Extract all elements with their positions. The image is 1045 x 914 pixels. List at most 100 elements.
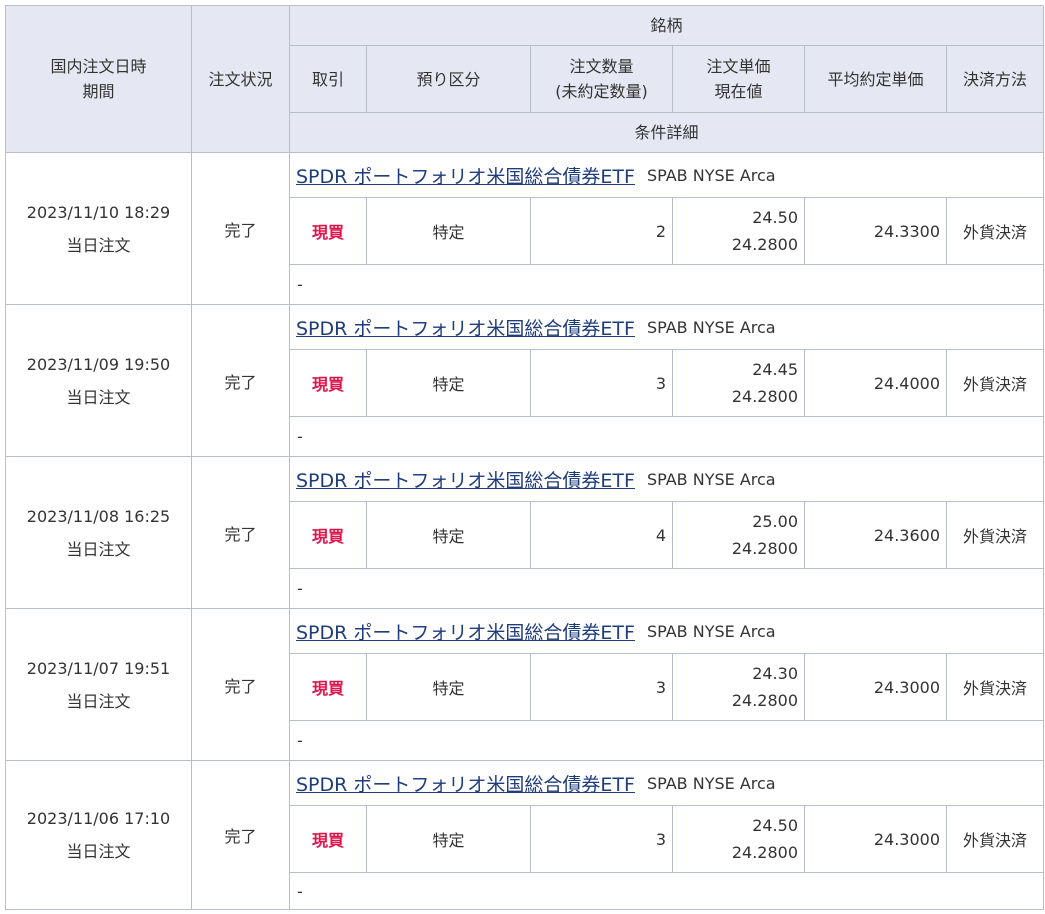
- symbol-ticker: SPAB NYSE Arca: [646, 317, 776, 337]
- order-price: 24.30: [752, 664, 798, 683]
- current-price: 24.2800: [731, 691, 798, 710]
- header-status: 注文状況: [192, 6, 290, 153]
- account-cell: 特定: [367, 350, 531, 417]
- order-datetime: 2023/11/08 16:25: [26, 506, 171, 526]
- settlement-cell: 外貨決済: [947, 502, 1044, 569]
- account-type: 特定: [432, 527, 465, 546]
- header-conditions-label: 条件詳細: [634, 123, 699, 142]
- order-status: 完了: [224, 827, 257, 846]
- symbol-name-link[interactable]: SPDR ポートフォリオ米国総合債券ETF: [296, 162, 635, 189]
- price-cell: 25.00 24.2800: [673, 502, 805, 569]
- price-cell: 24.50 24.2800: [673, 806, 805, 873]
- header-settlement: 決済方法: [947, 46, 1044, 113]
- price-cell: 24.45 24.2800: [673, 350, 805, 417]
- order-date-cell: 2023/11/08 16:25 当日注文: [6, 457, 192, 609]
- header-quantity-label: 注文数量: [569, 57, 634, 76]
- avg-price-cell: 24.3000: [805, 654, 947, 721]
- account-type: 特定: [432, 831, 465, 850]
- trade-type: 現買: [311, 223, 344, 242]
- trade-cell: 現買: [290, 198, 367, 265]
- order-quantity: 3: [655, 829, 666, 849]
- order-quantity: 2: [655, 221, 666, 241]
- symbol-name-link[interactable]: SPDR ポートフォリオ米国総合債券ETF: [296, 770, 635, 797]
- header-current-price-label: 現在値: [714, 82, 763, 101]
- avg-price-cell: 24.4000: [805, 350, 947, 417]
- conditions-cell: -: [290, 417, 1044, 457]
- order-status: 完了: [224, 220, 257, 240]
- condition-detail: -: [297, 579, 303, 598]
- order-quantity: 4: [655, 525, 666, 545]
- trade-cell: 現買: [290, 502, 367, 569]
- symbol-name-link[interactable]: SPDR ポートフォリオ米国総合債券ETF: [296, 466, 635, 493]
- settlement-method: 外貨決済: [962, 831, 1027, 850]
- header-conditions: 条件詳細: [290, 113, 1044, 153]
- avg-price-cell: 24.3000: [805, 806, 947, 873]
- order-status-cell: 完了: [192, 153, 290, 305]
- trade-cell: 現買: [290, 654, 367, 721]
- condition-detail: -: [297, 275, 303, 294]
- quantity-cell: 3: [531, 350, 673, 417]
- header-price: 注文単価 現在値: [673, 46, 805, 113]
- order-price: 24.50: [752, 816, 798, 835]
- order-status: 完了: [224, 676, 257, 696]
- condition-detail: -: [297, 881, 303, 901]
- order-quantity: 3: [655, 677, 666, 697]
- order-status-cell: 完了: [192, 609, 290, 761]
- settlement-method: 外貨決済: [962, 375, 1027, 394]
- order-price: 24.45: [752, 360, 798, 379]
- avg-price-cell: 24.3600: [805, 502, 947, 569]
- settlement-method: 外貨決済: [962, 223, 1027, 242]
- current-price: 24.2800: [731, 539, 798, 558]
- settlement-cell: 外貨決済: [947, 350, 1044, 417]
- quantity-cell: 2: [531, 198, 673, 265]
- order-status-cell: 完了: [192, 761, 290, 910]
- order-date-cell: 2023/11/07 19:51 当日注文: [6, 609, 192, 761]
- quantity-cell: 3: [531, 806, 673, 873]
- order-status: 完了: [224, 372, 257, 392]
- order-quantity: 3: [655, 373, 666, 393]
- header-avg-price-label: 平均約定単価: [827, 69, 924, 89]
- account-type: 特定: [432, 223, 465, 242]
- order-date-cell: 2023/11/10 18:29 当日注文: [6, 153, 192, 305]
- symbol-name-link[interactable]: SPDR ポートフォリオ米国総合債券ETF: [296, 314, 635, 341]
- account-cell: 特定: [367, 198, 531, 265]
- symbol-name-link[interactable]: SPDR ポートフォリオ米国総合債券ETF: [296, 618, 635, 645]
- order-status: 完了: [224, 524, 257, 544]
- order-period: 当日注文: [66, 387, 131, 407]
- quantity-cell: 4: [531, 502, 673, 569]
- symbol-cell: SPDR ポートフォリオ米国総合債券ETF SPAB NYSE Arca: [290, 609, 1044, 654]
- order-datetime: 2023/11/10 18:29: [26, 202, 171, 222]
- header-account-type: 預り区分: [367, 46, 531, 113]
- trade-type: 現買: [311, 527, 344, 546]
- header-settlement-label: 決済方法: [962, 69, 1027, 89]
- order-period: 当日注文: [66, 691, 131, 711]
- header-unfilled-label: (未約定数量): [555, 82, 648, 101]
- symbol-cell: SPDR ポートフォリオ米国総合債券ETF SPAB NYSE Arca: [290, 153, 1044, 198]
- order-price: 25.00: [752, 512, 798, 531]
- symbol-cell: SPDR ポートフォリオ米国総合債券ETF SPAB NYSE Arca: [290, 761, 1044, 806]
- trade-type: 現買: [311, 831, 344, 850]
- settlement-method: 外貨決済: [962, 527, 1027, 546]
- condition-detail: -: [297, 427, 303, 446]
- symbol-cell: SPDR ポートフォリオ米国総合債券ETF SPAB NYSE Arca: [290, 305, 1044, 350]
- order-datetime: 2023/11/06 17:10: [26, 809, 171, 828]
- settlement-method: 外貨決済: [962, 679, 1027, 698]
- order-datetime: 2023/11/09 19:50: [26, 354, 171, 374]
- trade-type: 現買: [311, 679, 344, 698]
- order-period: 当日注文: [66, 842, 131, 861]
- header-symbol-label: 銘柄: [650, 16, 683, 35]
- header-order-price-label: 注文単価: [706, 57, 771, 76]
- quantity-cell: 3: [531, 654, 673, 721]
- order-date-cell: 2023/11/06 17:10 当日注文: [6, 761, 192, 910]
- account-type: 特定: [432, 679, 465, 698]
- order-datetime: 2023/11/07 19:51: [26, 658, 171, 678]
- settlement-cell: 外貨決済: [947, 198, 1044, 265]
- condition-detail: -: [297, 731, 303, 750]
- header-status-label: 注文状況: [208, 69, 273, 89]
- order-status-cell: 完了: [192, 305, 290, 457]
- header-trade-label: 取引: [311, 69, 344, 89]
- order-status-cell: 完了: [192, 457, 290, 609]
- header-avg-price: 平均約定単価: [805, 46, 947, 113]
- header-account-type-label: 預り区分: [416, 69, 481, 89]
- symbol-ticker: SPAB NYSE Arca: [646, 469, 776, 489]
